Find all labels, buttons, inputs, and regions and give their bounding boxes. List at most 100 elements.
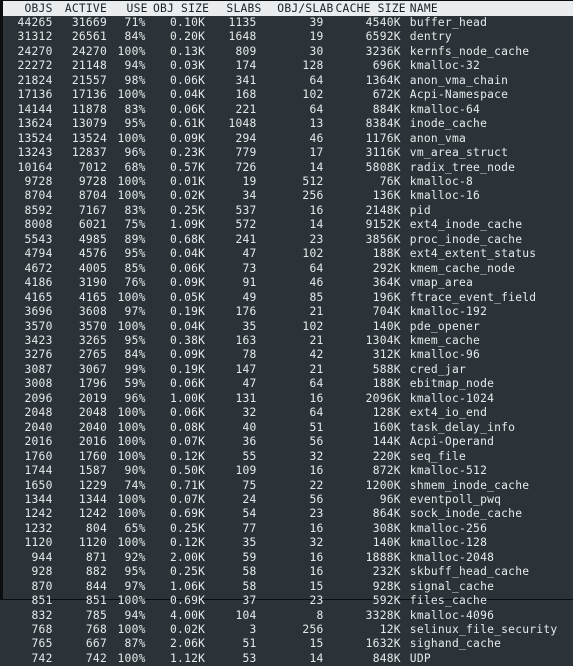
table-row[interactable]: 2048 2048 100% 0.06K 32 64 128K ext4_io_end: [3, 406, 573, 420]
table-row[interactable]: 851 851 100% 0.69K 37 23 592K files_cache: [3, 594, 573, 608]
cell-active: 804: [85, 521, 107, 535]
cell-cache-size: 9152K: [365, 218, 401, 232]
table-row[interactable]: 3423 3265 95% 0.38K 163 21 1304K kmem_cache: [3, 334, 573, 348]
cell-active: 3570: [78, 319, 107, 333]
cell-use: 100%: [117, 319, 146, 333]
table-row[interactable]: 9728 9728 100% 0.01K 19 512 76K kmalloc-8: [3, 175, 573, 189]
table-row[interactable]: 5543 4985 89% 0.68K 241 23 3856K proc_inode_cac…: [3, 233, 573, 247]
column-header-obj-slab[interactable]: OBJ/SLAB: [264, 1, 336, 16]
table-row[interactable]: 870 844 97% 1.06K 58 15 928K signal_cache: [3, 580, 573, 594]
cell-objs: 851: [31, 594, 53, 608]
cell-cache-size: 588K: [372, 362, 401, 376]
cell-obj-per-slab: 64: [309, 261, 324, 275]
column-header-objs[interactable]: OBJS: [3, 1, 57, 16]
column-header-name[interactable]: NAME: [406, 1, 573, 16]
column-header-slabs[interactable]: SLABS: [209, 1, 263, 16]
cell-use: 94%: [124, 608, 146, 622]
cell-slabs: 1648: [228, 30, 257, 44]
column-header-obj-size[interactable]: OBJ SIZE: [150, 1, 210, 16]
cell-objs: 944: [31, 550, 53, 564]
table-row[interactable]: 1650 1229 74% 0.71K 75 22 1200K shmem_inode_cac…: [3, 479, 573, 493]
table-row[interactable]: 2096 2019 96% 1.00K 131 16 2096K kmalloc-1024: [3, 392, 573, 406]
table-row[interactable]: 3087 3067 99% 0.19K 147 21 588K cred_jar: [3, 363, 573, 377]
cell-objs: 1242: [24, 507, 53, 521]
cell-active: 8704: [78, 189, 107, 203]
cell-obj-size: 0.61K: [170, 117, 206, 131]
table-row[interactable]: 8592 7167 83% 0.25K 537 16 2148K pid: [3, 204, 573, 218]
cell-obj-per-slab: 21: [309, 362, 324, 376]
table-row[interactable]: 832 785 94% 4.00K 104 8 3328K kmalloc-4096: [3, 609, 573, 623]
table-row[interactable]: 17136 17136 100% 0.04K 168 102 672K Acpi-Namesp…: [3, 88, 573, 102]
cell-cache-size: 364K: [372, 276, 401, 290]
cell-name: ext4_inode_cache: [409, 218, 523, 232]
cell-obj-size: 0.04K: [170, 88, 206, 102]
cell-obj-per-slab: 64: [309, 73, 324, 87]
table-row[interactable]: 8008 6021 75% 1.09K 572 14 9152K ext4_inode_cac…: [3, 218, 573, 232]
table-row[interactable]: 4794 4576 95% 0.04K 47 102 188K ext4_extent_sta…: [3, 247, 573, 261]
cell-obj-size: 1.06K: [170, 579, 206, 593]
cell-active: 3265: [78, 333, 107, 347]
table-row[interactable]: 8704 8704 100% 0.02K 34 256 136K kmalloc-16: [3, 189, 573, 203]
column-header-cache-size[interactable]: CACHE SIZE: [336, 1, 406, 16]
cell-name: signal_cache: [409, 579, 495, 593]
table-row[interactable]: 768 768 100% 0.02K 3 256 12K selinux_file_secur…: [3, 623, 573, 637]
cell-slabs: 58: [242, 579, 257, 593]
table-row[interactable]: 4672 4005 85% 0.06K 73 64 292K kmem_cache_node: [3, 262, 573, 276]
table-row[interactable]: 1232 804 65% 0.25K 77 16 308K kmalloc-256: [3, 522, 573, 536]
table-row[interactable]: 44265 31669 71% 0.10K 1135 39 4540K buffer_head: [3, 16, 573, 30]
table-row[interactable]: 4165 4165 100% 0.05K 49 85 196K ftrace_event_fi…: [3, 291, 573, 305]
table-row[interactable]: 1744 1587 90% 0.50K 109 16 872K kmalloc-512: [3, 464, 573, 478]
table-row[interactable]: 1760 1760 100% 0.12K 55 32 220K seq_file: [3, 450, 573, 464]
table-row[interactable]: 3008 1796 59% 0.06K 47 64 188K ebitmap_node: [3, 377, 573, 391]
cell-use: 89%: [124, 232, 146, 246]
table-row[interactable]: 3696 3608 97% 0.19K 176 21 704K kmalloc-192: [3, 305, 573, 319]
cell-active: 1344: [78, 492, 107, 506]
table-row[interactable]: 928 882 95% 0.25K 58 16 232K skbuff_head_cache: [3, 565, 573, 579]
terminal-window: OBJS ACTIVE USE OBJ SIZE SLABS OBJ/SLAB …: [0, 0, 573, 665]
cell-objs: 2016: [24, 435, 53, 449]
cell-active: 9728: [78, 174, 107, 188]
cell-objs: 1650: [24, 478, 53, 492]
table-row[interactable]: 13243 12837 96% 0.23K 779 17 3116K vm_area_stru…: [3, 146, 573, 160]
table-row[interactable]: 3570 3570 100% 0.04K 35 102 140K pde_opener: [3, 320, 573, 334]
cell-name: kmalloc-256: [409, 521, 488, 535]
table-row[interactable]: 24270 24270 100% 0.13K 809 30 3236K kernfs_node…: [3, 45, 573, 59]
table-row[interactable]: 13624 13079 95% 0.61K 1048 13 8384K inode_cache: [3, 117, 573, 131]
column-header-active[interactable]: ACTIVE: [57, 1, 110, 16]
table-row[interactable]: 13524 13524 100% 0.09K 294 46 1176K anon_vma: [3, 132, 573, 146]
cell-obj-per-slab: 85: [309, 290, 324, 304]
column-header-use[interactable]: USE: [110, 1, 150, 16]
cell-cache-size: 188K: [372, 247, 401, 261]
table-row[interactable]: 765 667 87% 2.06K 51 15 1632K sighand_cache: [3, 637, 573, 651]
table-row[interactable]: 14144 11878 83% 0.06K 221 64 884K kmalloc-64: [3, 103, 573, 117]
cell-active: 7167: [78, 203, 107, 217]
cell-obj-size: 0.23K: [170, 146, 206, 160]
table-row[interactable]: 3276 2765 84% 0.09K 78 42 312K kmalloc-96: [3, 348, 573, 362]
cell-obj-per-slab: 16: [309, 521, 324, 535]
table-row[interactable]: 742 742 100% 1.12K 53 14 848K UDP: [3, 652, 573, 666]
cell-objs: 24270: [17, 44, 53, 58]
table-row[interactable]: 4186 3190 76% 0.09K 91 46 364K vmap_area: [3, 276, 573, 290]
cell-use: 100%: [117, 131, 146, 145]
table-row[interactable]: 944 871 92% 2.00K 59 16 1888K kmalloc-2048: [3, 551, 573, 565]
cell-name: shmem_inode_cache: [409, 478, 530, 492]
table-row[interactable]: 1344 1344 100% 0.07K 24 56 96K eventpoll_pwq: [3, 493, 573, 507]
table-row[interactable]: 22272 21148 94% 0.03K 174 128 696K kmalloc-32: [3, 59, 573, 73]
table-row[interactable]: 1242 1242 100% 0.69K 54 23 864K sock_inode_cach…: [3, 507, 573, 521]
cell-obj-per-slab: 39: [309, 16, 324, 29]
cell-active: 851: [85, 594, 107, 608]
table-row[interactable]: 1120 1120 100% 0.12K 35 32 140K kmalloc-128: [3, 536, 573, 550]
cell-active: 24270: [71, 44, 107, 58]
cell-name: kmalloc-96: [409, 348, 481, 362]
table-row[interactable]: 2016 2016 100% 0.07K 36 56 144K Acpi-Operand: [3, 435, 573, 449]
table-row[interactable]: 31312 26561 84% 0.20K 1648 19 6592K dentry: [3, 30, 573, 44]
cell-obj-size: 1.09K: [170, 218, 206, 232]
cell-obj-size: 0.71K: [170, 478, 206, 492]
table-row[interactable]: 10164 7012 68% 0.57K 726 14 5808K radix_tree_no…: [3, 161, 573, 175]
table-row[interactable]: 2040 2040 100% 0.08K 40 51 160K task_delay_info: [3, 421, 573, 435]
table-row[interactable]: 21824 21557 98% 0.06K 341 64 1364K anon_vma_cha…: [3, 74, 573, 88]
cell-use: 100%: [117, 88, 146, 102]
cell-obj-size: 0.09K: [170, 131, 206, 145]
cell-obj-per-slab: 512: [302, 174, 324, 188]
cell-active: 17136: [71, 88, 107, 102]
